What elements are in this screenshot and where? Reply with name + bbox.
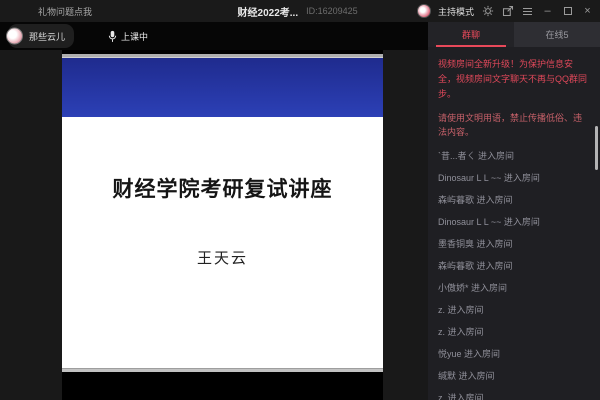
close-button[interactable]: ×	[581, 5, 594, 18]
titlebar: 礼物问题点我 财经2022考... ID:16209425 主持模式 – ×	[0, 0, 600, 22]
video-feed: 财经学院考研复试讲座 王天云	[62, 22, 383, 400]
tab-group-chat[interactable]: 群聊	[428, 22, 514, 47]
slide-header-band	[62, 57, 383, 117]
stream-overlay-bar: 那些云儿 上课中	[0, 22, 428, 50]
status-badge: 上课中	[121, 31, 149, 42]
gift-help-link[interactable]: 礼物问题点我	[38, 5, 92, 18]
chat-message: z. 进入房间	[438, 305, 484, 316]
chat-pane: 群聊 在线5 视频房间全新升级！为保护信息安全，视频房间文字聊天不再与QQ群同步…	[428, 22, 600, 400]
slide-speaker: 王天云	[196, 249, 248, 267]
streamer-name: 那些云儿	[29, 32, 66, 42]
chat-message: 小傲娇* 进入房间	[438, 283, 508, 294]
popout-icon[interactable]	[501, 5, 514, 18]
chat-message: 森屿暮歌 进入房间	[438, 195, 513, 206]
microphone-icon	[108, 30, 117, 42]
video-pane: 财经学院考研复试讲座 王天云 那些云儿 上课中	[0, 22, 428, 400]
chat-message: 森屿暮歌 进入房间	[438, 261, 513, 272]
user-avatar[interactable]	[416, 4, 431, 18]
titlebar-center: 财经2022考... ID:16209425	[238, 4, 358, 19]
app-window: 礼物问题点我 财经2022考... ID:16209425 主持模式 – × 财…	[0, 0, 600, 400]
class-status: 上课中	[108, 30, 148, 43]
settings-gear-icon[interactable]	[481, 5, 494, 18]
chat-message: 悦yue 进入房间	[438, 349, 501, 360]
chat-message: Dinosaur L L ~~ 进入房间	[438, 173, 540, 184]
titlebar-controls: 主持模式 – ×	[416, 0, 594, 22]
streamer-avatar[interactable]	[6, 27, 23, 45]
chat-message: Dinosaur L L ~~ 进入房间	[438, 217, 540, 228]
chat-message: 缄默 进入房间	[438, 371, 495, 382]
streamer-info: 那些云儿	[6, 24, 75, 48]
chat-message: `昔...者ㄑ 进入房间	[438, 151, 515, 162]
room-title: 财经2022考...	[237, 7, 299, 19]
chat-message: z. 进入房间	[438, 327, 484, 338]
tab-online-list[interactable]: 在线5	[514, 22, 600, 47]
menu-icon[interactable]	[521, 5, 534, 18]
chat-tabs: 群聊 在线5	[428, 22, 600, 47]
host-mode-toggle[interactable]: 主持模式	[438, 5, 474, 18]
chat-message-list[interactable]: 视频房间全新升级！为保护信息安全，视频房间文字聊天不再与QQ群同步。 请使用文明…	[428, 47, 600, 400]
chat-scrollbar[interactable]	[595, 126, 598, 170]
system-notice-rules: 请使用文明用语，禁止传播低俗、违法内容。	[438, 112, 583, 137]
chat-message: 墨香铜臭 进入房间	[438, 239, 513, 250]
lecture-slide: 财经学院考研复试讲座 王天云	[62, 54, 383, 372]
maximize-button[interactable]	[561, 5, 574, 18]
minimize-button[interactable]: –	[541, 5, 554, 18]
slide-bottom-strip	[62, 368, 383, 372]
slide-title: 财经学院考研复试讲座	[112, 176, 333, 201]
system-notice-upgrade: 视频房间全新升级！为保护信息安全，视频房间文字聊天不再与QQ群同步。	[438, 59, 588, 99]
room-id: ID:16209425	[306, 6, 358, 16]
chat-message: z. 进入房间	[438, 393, 484, 400]
